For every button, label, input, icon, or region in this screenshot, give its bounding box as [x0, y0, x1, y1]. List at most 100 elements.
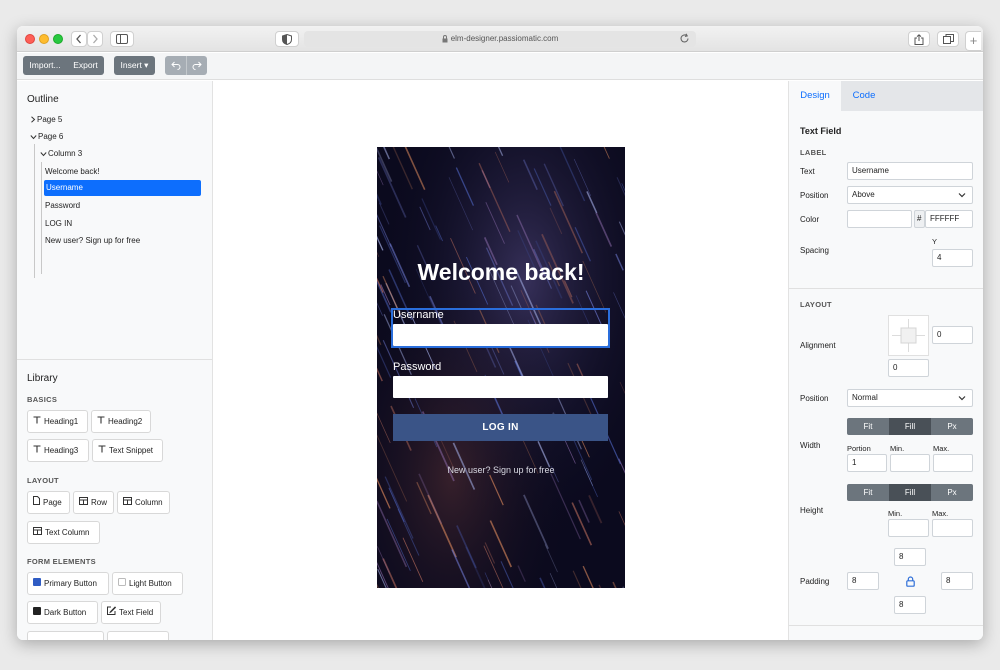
- layout-section-title: LAYOUT: [800, 300, 832, 309]
- outline-item-page-6[interactable]: Page 6: [30, 132, 63, 141]
- reload-icon[interactable]: [679, 33, 690, 44]
- library-button-label: Dark Button: [44, 608, 87, 617]
- library-button-label: Heading3: [44, 446, 79, 455]
- edit-icon: [107, 602, 117, 623]
- width-label: Width: [800, 441, 821, 450]
- privacy-shield-button[interactable]: [275, 31, 299, 47]
- width-mode-fit[interactable]: Fit: [847, 418, 889, 435]
- library-button-label: Column: [135, 498, 163, 507]
- plus-icon: +: [969, 33, 978, 48]
- text-label: Text: [800, 167, 815, 176]
- outline-item-password[interactable]: Password: [45, 201, 80, 210]
- width-portion-input[interactable]: 1: [847, 454, 887, 472]
- padding-right-input[interactable]: 8: [941, 572, 973, 590]
- address-bar[interactable]: elm-designer.passiomatic.com: [304, 31, 696, 47]
- preview-signup-link[interactable]: New user? Sign up for free: [377, 465, 625, 475]
- title-bar: elm-designer.passiomatic.com +: [17, 26, 983, 52]
- dark-swatch-icon: [33, 602, 41, 623]
- library-primary-button[interactable]: Primary Button: [27, 572, 109, 595]
- library-row-button[interactable]: Row: [73, 491, 114, 514]
- library-heading1-button[interactable]: Heading1: [27, 410, 88, 433]
- chevron-right-icon: [31, 116, 36, 123]
- chevron-left-icon: [76, 34, 81, 44]
- export-button[interactable]: Export: [67, 56, 104, 75]
- tabs-overview-button[interactable]: [937, 31, 959, 47]
- tab-design[interactable]: Design: [789, 81, 841, 111]
- height-min-input[interactable]: [888, 519, 929, 537]
- padding-bottom-input[interactable]: 8: [894, 596, 926, 614]
- chevron-down-icon: [958, 396, 966, 401]
- sidebar-icon: [116, 34, 128, 44]
- library-text-column-button[interactable]: Text Column: [27, 521, 100, 544]
- library-more-button-1[interactable]: [27, 631, 104, 640]
- outline-item-login[interactable]: LOG IN: [45, 219, 72, 228]
- library-text-field-button[interactable]: Text Field: [101, 601, 161, 624]
- preview-login-button[interactable]: LOG IN: [393, 414, 608, 441]
- shield-icon: [282, 34, 292, 45]
- inspector-divider: [789, 288, 983, 289]
- preview-heading[interactable]: Welcome back!: [377, 259, 625, 286]
- library-heading3-button[interactable]: Heading3: [27, 439, 89, 462]
- align-x-input[interactable]: 0: [932, 326, 973, 344]
- color-swatch[interactable]: [847, 210, 912, 228]
- new-tab-button[interactable]: +: [965, 31, 981, 51]
- outline-item-column-3[interactable]: Column 3: [40, 149, 82, 158]
- outline-item-signup[interactable]: New user? Sign up for free: [45, 236, 140, 245]
- minimize-window-icon[interactable]: [39, 34, 49, 44]
- design-canvas[interactable]: Welcome back! Username Password LOG IN N…: [214, 81, 788, 640]
- preview-password-label[interactable]: Password: [393, 361, 441, 373]
- zoom-window-icon[interactable]: [53, 34, 63, 44]
- sidebar-toggle-button[interactable]: [110, 31, 134, 47]
- alignment-picker-icon[interactable]: [888, 315, 929, 356]
- height-max-input[interactable]: [932, 519, 973, 537]
- layout-position-label: Position: [800, 394, 829, 403]
- share-button[interactable]: [908, 31, 930, 47]
- library-text-snippet-button[interactable]: Text Snippet: [92, 439, 163, 462]
- insert-dropdown-button[interactable]: Insert ▾: [114, 56, 155, 75]
- label-position-select[interactable]: Above: [847, 186, 973, 204]
- spacing-label: Spacing: [800, 246, 829, 255]
- tab-code[interactable]: Code: [841, 81, 887, 111]
- preview-username-label[interactable]: Username: [393, 309, 444, 321]
- color-hex-input[interactable]: FFFFFF: [925, 210, 973, 228]
- page-preview[interactable]: Welcome back! Username Password LOG IN N…: [377, 147, 625, 588]
- library-more-button-2[interactable]: [107, 631, 169, 640]
- library-heading2-button[interactable]: Heading2: [91, 410, 151, 433]
- outline-item-welcome[interactable]: Welcome back!: [45, 167, 100, 176]
- back-button[interactable]: [71, 31, 87, 47]
- inspector-divider: [789, 625, 983, 626]
- import-button[interactable]: Import...: [23, 56, 67, 75]
- redo-button[interactable]: [186, 56, 207, 75]
- width-mode-fill[interactable]: Fill: [889, 418, 931, 435]
- outline-item-page-5[interactable]: Page 5: [30, 115, 62, 124]
- width-max-input[interactable]: [933, 454, 973, 472]
- outline-item-username-selected[interactable]: Username: [44, 180, 201, 196]
- position-label: Position: [800, 191, 829, 200]
- close-window-icon[interactable]: [25, 34, 35, 44]
- width-max-label: Max.: [933, 444, 950, 453]
- undo-icon: [170, 61, 180, 71]
- spacing-y-input[interactable]: 4: [932, 249, 973, 267]
- height-mode-px[interactable]: Px: [931, 484, 973, 501]
- height-mode-fill[interactable]: Fill: [889, 484, 931, 501]
- forward-button[interactable]: [87, 31, 103, 47]
- library-page-button[interactable]: Page: [27, 491, 70, 514]
- padding-top-input[interactable]: 8: [894, 548, 926, 566]
- align-y-input[interactable]: 0: [888, 359, 929, 377]
- library-dark-button[interactable]: Dark Button: [27, 601, 98, 624]
- width-min-input[interactable]: [890, 454, 930, 472]
- undo-button[interactable]: [165, 56, 186, 75]
- label-text-input[interactable]: Username: [847, 162, 973, 180]
- padding-left-input[interactable]: 8: [847, 572, 879, 590]
- row-icon: [79, 492, 88, 513]
- layout-position-select[interactable]: Normal: [847, 389, 973, 407]
- library-light-button[interactable]: Light Button: [112, 572, 183, 595]
- library-column-button[interactable]: Column: [117, 491, 170, 514]
- color-hash-prefix: #: [914, 210, 925, 228]
- padding-lock-icon[interactable]: [906, 576, 915, 587]
- width-mode-px[interactable]: Px: [931, 418, 973, 435]
- library-button-label: Heading1: [44, 417, 79, 426]
- preview-username-input[interactable]: [393, 324, 608, 346]
- height-mode-fit[interactable]: Fit: [847, 484, 889, 501]
- preview-password-input[interactable]: [393, 376, 608, 398]
